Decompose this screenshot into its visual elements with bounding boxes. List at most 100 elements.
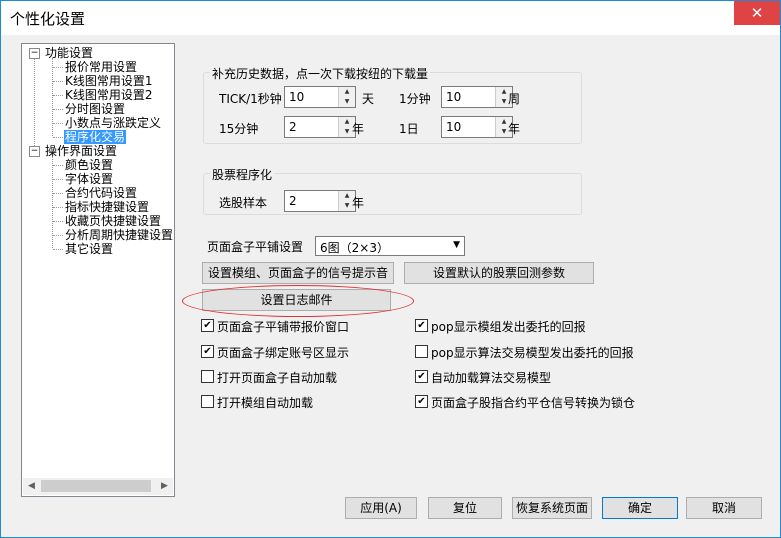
tree-group-function[interactable]: 功能设置 (45, 46, 93, 60)
tree-group-ui[interactable]: 操作界面设置 (45, 144, 117, 158)
checkbox-label: 页面盒子绑定账号区显示 (217, 346, 350, 360)
minute-label: 1分钟 (399, 92, 431, 106)
daily-label: 1日 (399, 122, 419, 136)
check-icon: ✔ (417, 320, 426, 331)
checkbox-label: pop显示算法交易模型发出委托的回报 (431, 346, 634, 360)
layout-select[interactable]: 6图（2×3） ▼ (315, 236, 465, 256)
checkbox-label: pop显示模组发出委托的回报 (431, 320, 586, 334)
checkbox-label: 打开页面盒子自动加载 (217, 371, 338, 385)
checkbox-box[interactable]: ✔ (415, 395, 428, 408)
history-download-group: 补充历史数据，点一次下载按纽的下载量 (203, 65, 582, 144)
daily-unit: 年 (508, 122, 521, 136)
tree-line (53, 165, 63, 166)
settings-dialog: 个性化设置 ✕ − 功能设置 报价常用设置 K线图常用设置1 K线图常用设置2 … (0, 0, 781, 538)
settings-tree: − 功能设置 报价常用设置 K线图常用设置1 K线图常用设置2 分时图设置 小数… (21, 43, 175, 497)
sample-spinner[interactable]: 2 ▲ ▼ (284, 190, 356, 212)
tree-line (53, 221, 63, 222)
tree-expander-ui[interactable]: − (29, 146, 40, 157)
check-icon: ✔ (417, 371, 426, 382)
tick-label: TICK/1秒钟 (219, 92, 282, 106)
checkbox-label: 页面盒子平铺带报价窗口 (217, 320, 350, 334)
tree-line (53, 179, 63, 180)
spinner-down-icon[interactable]: ▼ (339, 97, 355, 107)
tree-line (53, 95, 63, 96)
tree-line (52, 58, 53, 136)
minute-value[interactable]: 10 (446, 90, 461, 104)
checkbox-box[interactable]: ✔ (201, 319, 214, 332)
tree-line (53, 193, 63, 194)
minute-spinner[interactable]: 10 ▲ ▼ (441, 86, 513, 108)
sample-label: 选股样本 (219, 196, 268, 210)
tree-item-period-hotkey[interactable]: 分析周期快捷键设置 (65, 228, 173, 242)
tree-item-indicator-hotkey[interactable]: 指标快捷键设置 (65, 200, 149, 214)
tree-item-kline2[interactable]: K线图常用设置2 (65, 88, 153, 102)
tree-item-color[interactable]: 颜色设置 (65, 158, 113, 172)
fifteen-minute-value[interactable]: 2 (289, 120, 297, 134)
spinner-up-icon[interactable]: ▲ (339, 87, 355, 97)
tick-value[interactable]: 10 (289, 90, 304, 104)
tree-line (53, 137, 63, 138)
tree-item-contract-code[interactable]: 合约代码设置 (65, 186, 137, 200)
tree-item-other[interactable]: 其它设置 (65, 242, 113, 256)
fifteen-minute-label: 15分钟 (219, 122, 259, 136)
tree-expander-function[interactable]: − (29, 48, 40, 59)
sample-value[interactable]: 2 (289, 194, 297, 208)
tree-line (53, 249, 63, 250)
close-button[interactable]: ✕ (734, 1, 780, 25)
tree-line (53, 123, 63, 124)
tree-line (53, 109, 63, 110)
tree-line (34, 58, 35, 156)
daily-value[interactable]: 10 (446, 120, 461, 134)
check-icon: ✔ (417, 396, 426, 407)
scroll-thumb[interactable] (41, 480, 151, 492)
checkbox-box[interactable] (201, 395, 214, 408)
checkbox-label: 页面盒子股指合约平仓信号转换为锁仓 (431, 396, 636, 410)
tree-line (53, 81, 63, 82)
layout-label: 页面盒子平铺设置 (207, 240, 304, 254)
algo-trading-panel: 补充历史数据，点一次下载按纽的下载量 TICK/1秒钟 10 ▲ ▼ 天 1分钟… (177, 43, 764, 519)
tree-item-quote[interactable]: 报价常用设置 (65, 60, 137, 74)
chevron-down-icon[interactable]: ▼ (453, 240, 460, 250)
minute-unit: 周 (508, 92, 521, 106)
fifteen-minute-spinner[interactable]: 2 ▲ ▼ (284, 116, 356, 138)
daily-spinner[interactable]: 10 ▲ ▼ (441, 116, 513, 138)
tree-item-timeshare[interactable]: 分时图设置 (65, 102, 125, 116)
signal-sound-button[interactable]: 设置模组、页面盒子的信号提示音 (202, 262, 394, 284)
tree-line (53, 235, 63, 236)
log-email-button[interactable]: 设置日志邮件 (202, 289, 391, 311)
reset-button[interactable]: 复位 (428, 497, 502, 519)
checkbox-box[interactable]: ✔ (415, 319, 428, 332)
scroll-right-icon[interactable]: ▶ (156, 478, 173, 495)
layout-value: 6图（2×3） (320, 241, 389, 255)
apply-button[interactable]: 应用(A) (345, 497, 417, 519)
scroll-left-icon[interactable]: ◀ (23, 478, 40, 495)
tree-horizontal-scrollbar[interactable]: ◀ ▶ (23, 478, 173, 495)
tree-line (53, 67, 63, 68)
checkbox-label: 打开模组自动加载 (217, 396, 314, 410)
spinner-buttons: ▲ ▼ (338, 87, 355, 107)
checkbox-box[interactable] (201, 370, 214, 383)
check-icon: ✔ (203, 346, 212, 357)
checkbox-box[interactable]: ✔ (201, 345, 214, 358)
tree-item-favorite-hotkey[interactable]: 收藏页快捷键设置 (65, 214, 161, 228)
tree-item-kline1[interactable]: K线图常用设置1 (65, 74, 153, 88)
restore-system-button[interactable]: 恢复系统页面 (512, 497, 592, 519)
stock-group-legend: 股票程序化 (210, 166, 275, 183)
tick-spinner[interactable]: 10 ▲ ▼ (284, 86, 356, 108)
tick-unit: 天 (362, 92, 375, 106)
checkbox-label: 自动加载算法交易模型 (431, 371, 552, 385)
fifteen-minute-unit: 年 (352, 122, 365, 136)
tree-item-algo-trading[interactable]: 程序化交易 (64, 130, 127, 144)
checkbox-box[interactable]: ✔ (415, 370, 428, 383)
tree-item-decimal[interactable]: 小数点与涨跌定义 (65, 116, 161, 130)
tree-item-font[interactable]: 字体设置 (65, 172, 113, 186)
history-group-legend: 补充历史数据，点一次下载按纽的下载量 (210, 65, 431, 82)
cancel-button[interactable]: 取消 (686, 497, 762, 519)
ok-button[interactable]: 确定 (602, 497, 678, 519)
checkbox-box[interactable] (415, 345, 428, 358)
tree-line (53, 207, 63, 208)
check-icon: ✔ (203, 320, 212, 331)
close-icon: ✕ (750, 4, 764, 22)
window-title: 个性化设置 (10, 10, 86, 28)
default-backtest-button[interactable]: 设置默认的股票回测参数 (404, 262, 594, 284)
